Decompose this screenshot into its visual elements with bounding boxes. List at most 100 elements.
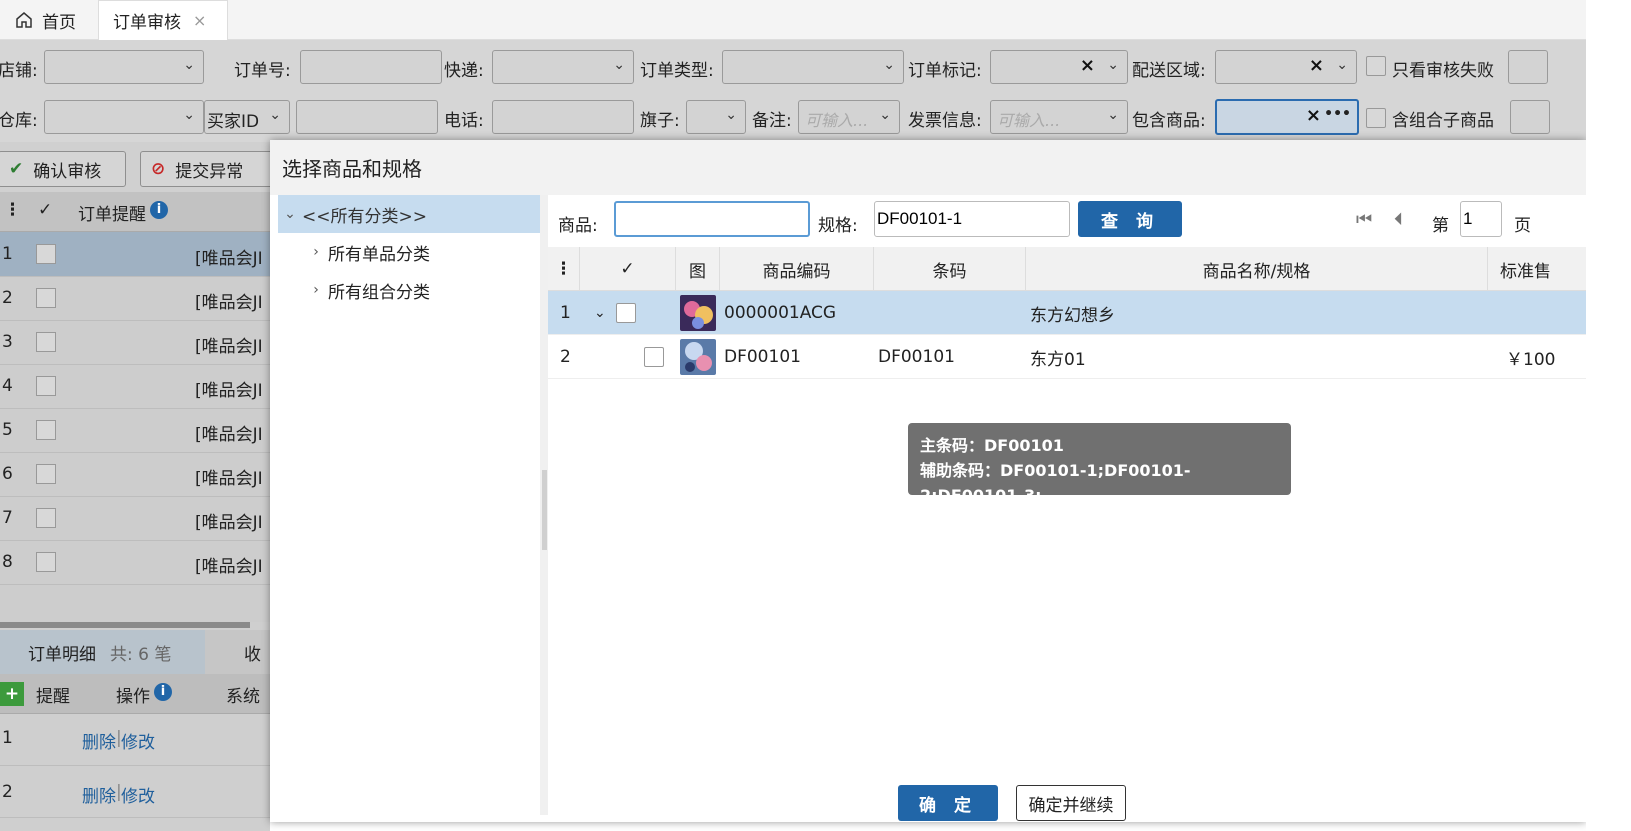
confirm-audit-button[interactable]: ✔ 确认审核 [0,151,126,187]
detail-row: 1 删除 | 修改 [0,714,270,766]
phone-input[interactable] [492,100,634,134]
tab-home[interactable]: 首页 [0,0,94,40]
submit-exception-button[interactable]: ⊘ 提交异常 [140,151,280,187]
delivery-area-select[interactable]: × ⌄ [1215,50,1357,84]
tooltip-main-barcode: 主条码：DF00101 [920,436,1064,455]
page-input[interactable] [1460,201,1502,237]
warehouse-label: 仓库: [0,111,38,131]
column-menu-icon[interactable]: ⋮ [4,200,21,220]
horizontal-scrollbar[interactable] [0,622,250,628]
confirm-continue-button[interactable]: 确定并继续 [1016,785,1126,821]
tab-order-detail[interactable]: 订单明细 共: 6 笔 [0,630,205,674]
confirm-audit-label: 确认审核 [33,161,102,182]
order-row[interactable]: 3 [唯品会JI [0,320,270,365]
order-row[interactable]: 6 [唯品会JI [0,452,270,497]
order-no-input[interactable] [300,50,442,84]
shop-select[interactable]: ⌄ [44,50,204,84]
order-row[interactable]: 4 [唯品会JI [0,364,270,409]
phone-label: 电话: [444,111,484,131]
chevron-down-icon[interactable]: ⌄ [594,291,606,335]
spec-input[interactable] [874,201,1070,237]
goods-price: ￥100 [1506,349,1556,370]
chevron-right-icon[interactable]: › [306,244,326,260]
barcode-tooltip: 主条码：DF00101 辅助条码：DF00101-1;DF00101-2;DF0… [908,423,1291,505]
contains-goods-input[interactable]: × ••• [1215,99,1359,135]
order-mark-select[interactable]: × ⌄ [990,50,1128,84]
clear-icon[interactable]: × [1306,105,1321,126]
page-suffix: 页 [1514,216,1531,236]
tree-node-combo[interactable]: › 所有组合分类 [278,271,540,309]
flag-select[interactable]: ⌄ [686,100,746,134]
chevron-down-icon: ⌄ [183,57,195,73]
flag-label: 旗子: [640,111,680,131]
goods-row[interactable]: 1 ⌄ 0000001ACG 东方幻想乡 [548,291,1586,335]
header-select-all[interactable]: ✓ [580,247,676,291]
goods-panel: 商品: 规格: 查 询 ⏮ ⏴ 第 页 ⋮ ✓ 图 商品编码 条码 商品名称/规… [548,195,1586,821]
shop-label: 店铺: [0,61,38,81]
select-all-check[interactable]: ✓ [38,200,52,220]
row-checkbox[interactable] [36,552,56,572]
order-mark-label: 订单标记: [908,61,982,81]
note-select[interactable]: 可输入... ⌄ [798,100,900,134]
row-checkbox[interactable] [36,464,56,484]
close-icon[interactable]: × [193,11,206,30]
clear-icon[interactable]: × [1080,55,1095,76]
express-select[interactable]: ⌄ [492,50,634,84]
confirm-button[interactable]: 确 定 [898,785,998,821]
goods-name: 东方01 [1030,349,1086,370]
category-tree: ⌄ <<所有分类>> › 所有单品分类 › 所有组合分类 [278,195,540,815]
tree-node-all[interactable]: ⌄ <<所有分类>> [278,195,540,233]
order-row[interactable]: 5 [唯品会JI [0,408,270,453]
edit-link[interactable]: 修改 [121,728,155,753]
row-checkbox[interactable] [616,303,636,323]
order-row[interactable]: 2 [唯品会JI [0,276,270,321]
row-checkbox[interactable] [36,244,56,264]
row-checkbox[interactable] [36,376,56,396]
splitter-grip[interactable] [542,470,547,550]
contains-goods-label: 包含商品: [1132,111,1206,131]
buyer-id-select[interactable]: 买家ID ⌄ [204,100,290,134]
goods-row[interactable]: 2 DF00101 DF00101 东方01 ￥100 [548,335,1586,379]
order-source-text: [唯品会JI [195,293,263,313]
delete-link[interactable]: 删除 [82,728,116,753]
clear-icon[interactable]: × [1309,55,1324,76]
column-menu-icon[interactable]: ⋮ [548,247,580,291]
tree-node-all-label: <<所有分类>> [302,206,427,227]
chevron-down-icon: ⌄ [879,107,891,123]
invoice-select[interactable]: 可输入... ⌄ [990,100,1128,134]
order-type-select[interactable]: ⌄ [722,50,904,84]
chevron-right-icon[interactable]: › [306,282,326,298]
row-checkbox[interactable] [36,332,56,352]
warehouse-select[interactable]: ⌄ [44,100,204,134]
row-checkbox[interactable] [36,288,56,308]
query-button[interactable]: 查 询 [1078,201,1182,237]
row-number: 1 [560,303,571,323]
tree-node-single[interactable]: › 所有单品分类 [278,233,540,271]
row-checkbox[interactable] [644,347,664,367]
tab-home-label: 首页 [42,12,76,33]
order-row[interactable]: 1 [唯品会JI [0,232,270,277]
add-icon[interactable]: + [0,682,24,706]
order-row[interactable]: 7 [唯品会JI [0,496,270,541]
edit-link[interactable]: 修改 [121,782,155,807]
goods-barcode: DF00101 [878,347,955,367]
chevron-down-icon: ⌄ [1107,57,1119,73]
more-filter-box[interactable] [1508,50,1548,84]
tab-order-audit[interactable]: 订单审核 × [98,0,228,40]
row-checkbox[interactable] [36,508,56,528]
invoice-placeholder: 可输入... [997,111,1061,130]
buyer-id-input[interactable] [296,100,438,134]
order-row[interactable]: 8 [唯品会JI [0,540,270,585]
only-failed-checkbox[interactable] [1366,56,1386,76]
spec-label: 规格: [818,216,858,236]
contains-combo-checkbox[interactable] [1366,108,1386,128]
prev-page-icon[interactable]: ⏴ [1394,209,1403,230]
goods-input[interactable] [614,201,810,237]
more-icon[interactable]: ••• [1324,106,1351,122]
extra-button[interactable] [1510,100,1550,134]
row-checkbox[interactable] [36,420,56,440]
chevron-down-icon[interactable]: ⌄ [280,206,300,222]
delete-link[interactable]: 删除 [82,782,116,807]
first-page-icon[interactable]: ⏮ [1356,209,1372,230]
row-number: 5 [2,420,13,440]
